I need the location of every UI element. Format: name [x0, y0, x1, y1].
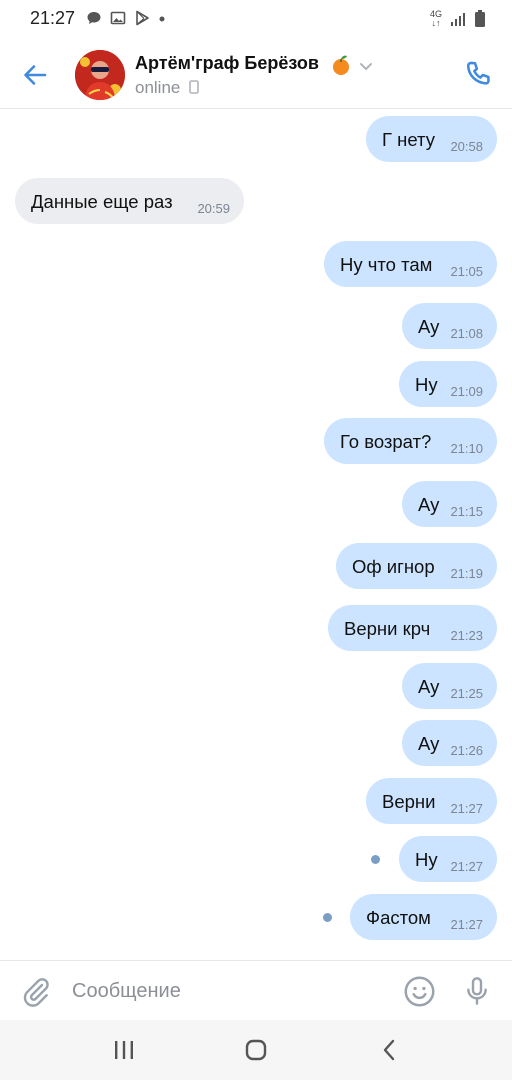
message-time: 21:26: [450, 743, 483, 758]
home-icon[interactable]: [244, 1038, 268, 1062]
message-bubble-incoming[interactable]: Данные еще раз 20:59: [15, 178, 244, 224]
message-time: 21:27: [450, 801, 483, 816]
message-text: Ау: [418, 733, 440, 754]
message-text: Ну: [415, 374, 438, 395]
chevron-down-icon[interactable]: [358, 58, 374, 74]
message-bubble-outgoing[interactable]: Г нету 20:58: [366, 116, 497, 162]
message-time: 21:19: [450, 566, 483, 581]
contact-status: online: [135, 78, 199, 98]
message-text: Верни: [382, 791, 436, 812]
status-time: 21:27: [30, 8, 76, 28]
status-bar: 21:27 4G ↓↑: [0, 0, 512, 40]
message-composer: Сообщение: [0, 960, 512, 1021]
network-type: 4G: [429, 9, 442, 19]
recent-apps-icon[interactable]: [112, 1039, 136, 1061]
message-bubble-outgoing[interactable]: Ау 21:25: [402, 663, 497, 709]
signal-icon: [451, 13, 465, 26]
message-text: Ну что там: [340, 254, 433, 275]
back-arrow-icon[interactable]: [20, 60, 50, 90]
message-time: 21:08: [450, 326, 483, 341]
message-bubble-outgoing[interactable]: Верни крч 21:23: [328, 605, 497, 651]
attach-paperclip-icon[interactable]: [20, 975, 52, 1007]
message-bubble-outgoing[interactable]: Ну что там 21:05: [324, 241, 497, 287]
message-text: Данные еще раз: [31, 191, 173, 212]
message-time: 21:25: [450, 686, 483, 701]
message-text: Фастом: [366, 907, 431, 928]
back-nav-icon[interactable]: [378, 1038, 402, 1062]
message-bubble-outgoing[interactable]: Го возрат? 21:10: [324, 418, 497, 464]
chat-header: Артём'граф Берёзов online: [0, 40, 512, 109]
microphone-icon[interactable]: [461, 975, 493, 1007]
message-time: 21:05: [450, 264, 483, 279]
status-label: online: [135, 78, 181, 97]
message-text: Ну: [415, 849, 438, 870]
message-time: 21:23: [450, 628, 483, 643]
message-bubble-outgoing[interactable]: Ау 21:15: [402, 481, 497, 527]
message-text: Верни крч: [344, 618, 431, 639]
message-bubble-outgoing[interactable]: Верни 21:27: [366, 778, 497, 824]
message-time: 21:15: [450, 504, 483, 519]
message-time: 21:27: [450, 917, 483, 932]
message-time: 21:10: [450, 441, 483, 456]
unread-indicator: [371, 855, 380, 864]
notification-icons: [86, 10, 166, 26]
message-bubble-outgoing[interactable]: Ау 21:26: [402, 720, 497, 766]
message-input[interactable]: Сообщение: [72, 980, 181, 1003]
message-text: Ау: [418, 676, 440, 697]
message-text: Оф игнор: [352, 556, 435, 577]
play-store-icon: [136, 10, 149, 26]
message-text: Го возрат?: [340, 431, 432, 452]
message-bubble-outgoing[interactable]: Фастом 21:27: [350, 894, 497, 940]
unread-indicator: [323, 913, 332, 922]
image-notification-icon: [110, 11, 126, 25]
message-text: Ау: [418, 316, 440, 337]
message-text: Ау: [418, 494, 440, 515]
message-time: 20:59: [197, 201, 230, 216]
more-notifications-dot-icon: [159, 16, 165, 22]
android-navigation-bar: [0, 1020, 512, 1080]
message-list[interactable]: Г нету 20:58 Данные еще раз 20:59 Ну что…: [0, 108, 512, 960]
network-indicator: 4G ↓↑: [429, 9, 442, 28]
message-notification-icon: [87, 12, 101, 24]
contact-name[interactable]: Артём'граф Берёзов: [135, 53, 319, 74]
message-text: Г нету: [382, 129, 435, 150]
system-icons: 4G ↓↑: [430, 10, 486, 28]
message-bubble-outgoing[interactable]: Ну 21:27: [399, 836, 497, 882]
avatar-image: [75, 50, 125, 100]
contact-avatar[interactable]: [75, 50, 125, 100]
mobile-device-icon: [189, 80, 199, 94]
call-button[interactable]: [462, 58, 496, 92]
tangerine-emoji-icon: [333, 55, 349, 75]
message-time: 20:58: [450, 139, 483, 154]
message-bubble-outgoing[interactable]: Оф игнор 21:19: [336, 543, 497, 589]
message-bubble-outgoing[interactable]: Ау 21:08: [402, 303, 497, 349]
battery-icon: [475, 10, 485, 27]
message-bubble-outgoing[interactable]: Ну 21:09: [399, 361, 497, 407]
message-time: 21:27: [450, 859, 483, 874]
emoji-smiley-icon[interactable]: [403, 975, 436, 1008]
message-time: 21:09: [450, 384, 483, 399]
